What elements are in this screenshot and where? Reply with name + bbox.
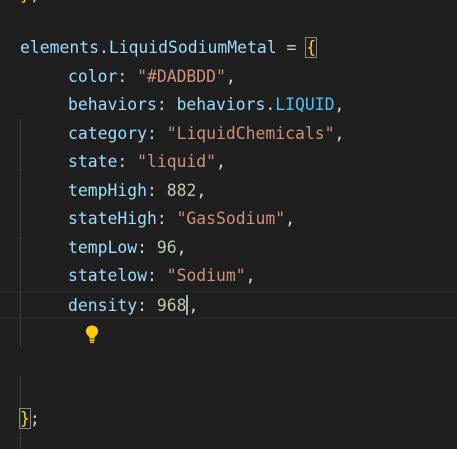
semicolon: ;: [30, 0, 40, 4]
code-line-temphigh[interactable]: tempHigh: 882,: [0, 177, 457, 261]
prop-key: stateHigh: [68, 209, 157, 228]
comma: ,: [216, 152, 226, 171]
code-line-density-current[interactable]: density: 968,: [0, 291, 457, 404]
code-line-fragment: };: [20, 0, 40, 9]
value-object: behaviors: [176, 95, 266, 114]
code-line-category[interactable]: category: "LiquidChemicals",: [0, 120, 457, 204]
colon: :: [137, 238, 157, 257]
code-line-footer[interactable]: };: [0, 405, 457, 433]
colon: :: [117, 67, 138, 86]
comma: ,: [334, 95, 345, 114]
prop-value: 968: [156, 296, 187, 315]
colon: :: [146, 266, 167, 285]
prop-value: "#DADBDD": [137, 67, 226, 86]
prop-key: density: [68, 296, 138, 315]
prop-value: "LiquidChemicals": [166, 124, 335, 143]
code-line-header[interactable]: elements.LiquidSodiumMetal = {: [0, 34, 457, 62]
prop-key: behaviors: [68, 95, 157, 114]
dot-operator: .: [265, 95, 276, 114]
value-constant: LIQUID: [275, 95, 335, 114]
code-line-color[interactable]: color: "#DADBDD",: [0, 63, 457, 147]
code-line-state[interactable]: state: "liquid",: [0, 148, 457, 232]
prop-key: tempHigh: [68, 181, 147, 200]
prop-key: state: [68, 152, 118, 171]
dot-operator: .: [98, 38, 109, 57]
comma: ,: [285, 209, 295, 228]
comma: ,: [334, 124, 345, 143]
closing-brace: }: [20, 0, 30, 4]
lightbulb-icon[interactable]: [25, 296, 99, 343]
comma: ,: [188, 296, 199, 315]
code-editor[interactable]: }; elements.LiquidSodiumMetal = { color:…: [0, 0, 457, 449]
prop-value: "liquid": [137, 152, 217, 171]
colon: :: [117, 152, 138, 171]
prop-key: statelow: [68, 266, 147, 285]
code-line-statehigh[interactable]: stateHigh: "GasSodium",: [0, 205, 457, 289]
prop-key: category: [68, 124, 147, 143]
code-line-templow[interactable]: tempLow: 96,: [0, 234, 457, 318]
semicolon: ;: [29, 409, 40, 428]
comma: ,: [176, 238, 187, 257]
colon: :: [156, 209, 177, 228]
code-line-statelow[interactable]: statelow: "Sodium",: [0, 262, 457, 346]
object-name: elements: [20, 38, 99, 57]
code-line-behaviors[interactable]: behaviors: behaviors.LIQUID,: [0, 91, 457, 175]
code-line-empty[interactable]: [0, 377, 457, 449]
comma: ,: [245, 266, 256, 285]
comma: ,: [225, 67, 236, 86]
opening-brace: {: [305, 37, 318, 58]
colon: :: [146, 124, 167, 143]
prop-value: 96: [156, 238, 177, 257]
closing-brace: }: [19, 408, 31, 429]
code-line-empty[interactable]: [0, 320, 457, 404]
comma: ,: [196, 181, 207, 200]
colon: :: [137, 296, 157, 315]
assign-operator: =: [276, 38, 307, 57]
colon: :: [146, 181, 167, 200]
prop-value: "Sodium": [166, 266, 246, 285]
property-name: LiquidSodiumMetal: [108, 38, 277, 57]
colon: :: [156, 95, 177, 114]
prop-value: 882: [166, 181, 197, 200]
prop-key: color: [68, 67, 118, 86]
code-line-empty[interactable]: [0, 348, 457, 432]
prop-key: tempLow: [68, 238, 138, 257]
prop-value: "GasSodium": [176, 209, 286, 228]
